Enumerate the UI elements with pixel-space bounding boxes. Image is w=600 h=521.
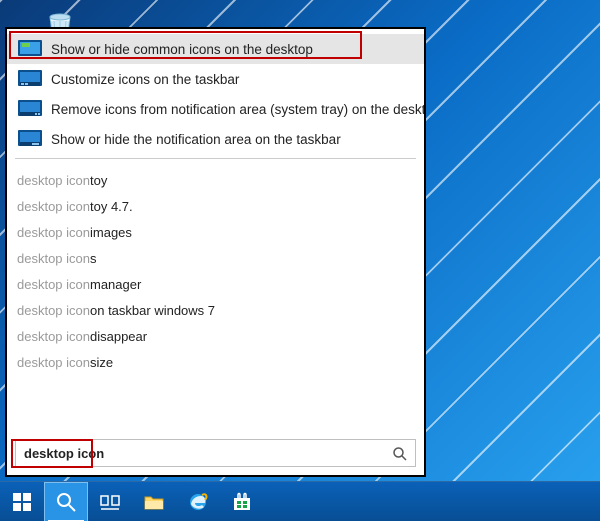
- suggestion-suffix: toy: [90, 173, 107, 188]
- search-suggestion-item[interactable]: desktop icon size: [7, 349, 424, 375]
- search-suggestion-item[interactable]: desktop icon toy: [7, 167, 424, 193]
- search-result-label: Remove icons from notification area (sys…: [51, 102, 424, 117]
- taskbar-settings-icon: [17, 128, 43, 150]
- suggestion-prefix: desktop icon: [17, 303, 90, 318]
- suggestion-prefix: desktop icon: [17, 251, 90, 266]
- search-result-item[interactable]: Show or hide the notification area on th…: [7, 124, 424, 154]
- search-suggestion-item[interactable]: desktop icon toy 4.7.: [7, 193, 424, 219]
- results-divider: [15, 158, 416, 159]
- search-result-label: Customize icons on the taskbar: [51, 72, 239, 87]
- display-settings-icon: [17, 38, 43, 60]
- search-results-panel: Show or hide common icons on the desktop…: [5, 27, 426, 477]
- suggestion-prefix: desktop icon: [17, 225, 90, 240]
- internet-explorer-button[interactable]: [176, 482, 220, 521]
- suggestion-prefix: desktop icon: [17, 329, 90, 344]
- suggestion-suffix: on taskbar windows 7: [90, 303, 215, 318]
- suggestion-prefix: desktop icon: [17, 355, 90, 370]
- taskbar: [0, 481, 600, 521]
- search-button[interactable]: [44, 482, 88, 521]
- notification-area-icon: [17, 98, 43, 120]
- taskbar-settings-icon: [17, 68, 43, 90]
- search-suggestions-list: desktop icon toy desktop icon toy 4.7. d…: [7, 163, 424, 379]
- file-explorer-button[interactable]: [132, 482, 176, 521]
- search-result-item[interactable]: Customize icons on the taskbar: [7, 64, 424, 94]
- suggestion-suffix: size: [90, 355, 113, 370]
- search-input[interactable]: [15, 439, 416, 467]
- suggestion-prefix: desktop icon: [17, 173, 90, 188]
- search-result-item[interactable]: Show or hide common icons on the desktop: [7, 34, 424, 64]
- suggestion-suffix: images: [90, 225, 132, 240]
- store-button[interactable]: [220, 482, 264, 521]
- suggestion-suffix: toy 4.7.: [90, 199, 133, 214]
- suggestion-prefix: desktop icon: [17, 199, 90, 214]
- search-suggestion-item[interactable]: desktop icon on taskbar windows 7: [7, 297, 424, 323]
- search-suggestion-item[interactable]: desktop icons: [7, 245, 424, 271]
- suggestion-prefix: desktop icon: [17, 277, 90, 292]
- search-icon: [392, 446, 408, 462]
- start-button[interactable]: [0, 482, 44, 521]
- task-view-button[interactable]: [88, 482, 132, 521]
- search-suggestion-item[interactable]: desktop icon images: [7, 219, 424, 245]
- search-box-container: [7, 432, 424, 475]
- suggestion-suffix: disappear: [90, 329, 147, 344]
- suggestion-suffix: s: [90, 251, 97, 266]
- search-result-item[interactable]: Remove icons from notification area (sys…: [7, 94, 424, 124]
- search-suggestion-item[interactable]: desktop icon manager: [7, 271, 424, 297]
- search-result-label: Show or hide common icons on the desktop: [51, 42, 313, 57]
- search-result-label: Show or hide the notification area on th…: [51, 132, 341, 147]
- suggestion-suffix: manager: [90, 277, 141, 292]
- search-results-list: Show or hide common icons on the desktop…: [7, 29, 424, 432]
- search-suggestion-item[interactable]: desktop icon disappear: [7, 323, 424, 349]
